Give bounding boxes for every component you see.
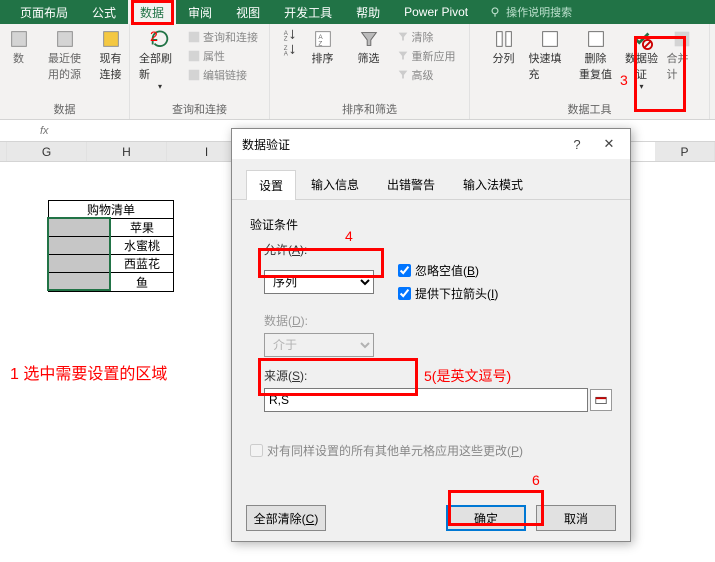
- dialog-tab-error[interactable]: 出错警告: [374, 169, 448, 199]
- tab-page-layout[interactable]: 页面布局: [8, 0, 80, 25]
- svg-text:Z: Z: [283, 35, 287, 42]
- database-icon: [8, 28, 30, 50]
- btn-queries-connections[interactable]: 查询和连接: [185, 28, 260, 46]
- ignore-blank-checkbox[interactable]: 忽略空值(B): [398, 262, 498, 279]
- btn-data-validation[interactable]: 数据验 证▾: [621, 28, 663, 91]
- dropdown-arrow-checkbox[interactable]: 提供下拉箭头(I): [398, 285, 498, 302]
- tab-developer[interactable]: 开发工具: [272, 0, 344, 25]
- allow-label: 允许(A):: [264, 241, 612, 258]
- cell-fish[interactable]: 鱼: [111, 273, 173, 291]
- links-icon: [187, 68, 201, 82]
- sort-asc-icon[interactable]: AZ: [282, 28, 296, 42]
- btn-advanced-filter[interactable]: 高级: [394, 66, 458, 84]
- recent-icon: [54, 28, 76, 50]
- flash-icon: [539, 28, 561, 50]
- group-label-sort-filter: 排序和筛选: [342, 101, 397, 117]
- btn-text-to-columns[interactable]: 分列: [483, 28, 525, 66]
- connections-icon: [100, 28, 122, 50]
- tab-review[interactable]: 审阅: [176, 0, 224, 25]
- cancel-button[interactable]: 取消: [536, 505, 616, 531]
- dialog-tab-settings[interactable]: 设置: [246, 170, 296, 200]
- range-picker-button[interactable]: [590, 389, 612, 411]
- data-select: 介于: [264, 333, 374, 357]
- dialog-close-button[interactable]: ✕: [594, 132, 624, 156]
- dialog-tab-ime[interactable]: 输入法模式: [450, 169, 536, 199]
- validation-condition-label: 验证条件: [250, 216, 612, 233]
- svg-text:A: A: [283, 50, 288, 57]
- data-validation-dialog: 数据验证 ? ✕ 设置 输入信息 出错警告 输入法模式 验证条件 允许(A): …: [231, 128, 631, 542]
- columns-icon: [493, 28, 515, 50]
- col-header-g[interactable]: G: [7, 142, 87, 161]
- col-header-h[interactable]: H: [87, 142, 167, 161]
- consolidate-icon: [671, 28, 693, 50]
- sort-desc-icon[interactable]: ZA: [282, 43, 296, 57]
- shopping-list-table: 购物清单 苹果 水蜜桃 西蓝花 鱼: [48, 200, 174, 292]
- allow-select[interactable]: 序列: [264, 270, 374, 294]
- btn-edit-links[interactable]: 编辑链接: [185, 66, 260, 84]
- tab-data[interactable]: 数据: [128, 0, 176, 25]
- btn-properties[interactable]: 属性: [185, 47, 260, 65]
- group-label-queries: 查询和连接: [172, 101, 227, 117]
- lightbulb-icon: [488, 5, 502, 19]
- queries-icon: [187, 30, 201, 44]
- btn-clear-filter[interactable]: 清除: [394, 28, 458, 46]
- collapse-icon: [594, 393, 608, 407]
- btn-consolidate[interactable]: 合并计: [667, 28, 697, 82]
- group-label-data-tools: 数据工具: [568, 101, 612, 117]
- annotation-label-1: 1 选中需要设置的区域: [10, 360, 167, 384]
- dialog-tab-input[interactable]: 输入信息: [298, 169, 372, 199]
- advanced-icon: [396, 68, 410, 82]
- properties-icon: [187, 49, 201, 63]
- btn-get-data[interactable]: 数: [0, 28, 40, 66]
- search-hint[interactable]: 操作说明搜索: [506, 4, 572, 20]
- tab-view[interactable]: 视图: [224, 0, 272, 25]
- btn-flash-fill[interactable]: 快速填充: [529, 28, 571, 82]
- btn-sort[interactable]: AZ排序: [302, 28, 344, 66]
- cell-apple[interactable]: 苹果: [111, 219, 173, 237]
- refresh-icon: [149, 28, 171, 50]
- tab-formulas[interactable]: 公式: [80, 0, 128, 25]
- group-label-data: 数据: [54, 101, 76, 117]
- apply-all-checkbox: [250, 444, 263, 457]
- cell-peach[interactable]: 水蜜桃: [111, 237, 173, 255]
- cell-broccoli[interactable]: 西蓝花: [111, 255, 173, 273]
- btn-existing-connections[interactable]: 现有 连接: [90, 28, 132, 82]
- reapply-icon: [396, 49, 410, 63]
- fx-label: fx: [40, 125, 49, 137]
- filter-icon: [358, 28, 380, 50]
- data-label: 数据(D):: [264, 312, 612, 329]
- btn-reapply[interactable]: 重新应用: [394, 47, 458, 65]
- btn-remove-duplicates[interactable]: 删除 重复值: [575, 28, 617, 82]
- tab-power-pivot[interactable]: Power Pivot: [392, 1, 480, 23]
- shopping-title: 购物清单: [49, 201, 173, 219]
- validation-icon: [631, 28, 653, 50]
- btn-recent-sources[interactable]: 最近使 用的源: [44, 28, 86, 82]
- source-input[interactable]: [264, 388, 588, 412]
- apply-all-label: 对有同样设置的所有其他单元格应用这些更改(P): [267, 442, 523, 459]
- dialog-help-button[interactable]: ?: [562, 132, 592, 156]
- svg-text:Z: Z: [318, 40, 322, 47]
- dialog-title: 数据验证: [242, 136, 290, 153]
- ribbon-tab-bar: 页面布局 公式 数据 审阅 视图 开发工具 帮助 Power Pivot 操作说…: [0, 0, 715, 24]
- ok-button[interactable]: 确定: [446, 505, 526, 531]
- tab-help[interactable]: 帮助: [344, 0, 392, 25]
- source-label: 来源(S):: [264, 367, 612, 384]
- clear-icon: [396, 30, 410, 44]
- col-header-p[interactable]: P: [655, 142, 715, 161]
- ribbon: 数 最近使 用的源 现有 连接 数据 全部刷新▾ 查询和连接 属性 编辑链接 查…: [0, 24, 715, 120]
- btn-filter[interactable]: 筛选: [348, 28, 390, 66]
- dedup-icon: [585, 28, 607, 50]
- clear-all-button[interactable]: 全部清除(C): [246, 505, 326, 531]
- btn-refresh-all[interactable]: 全部刷新▾: [139, 28, 181, 91]
- sort-icon: AZ: [312, 28, 334, 50]
